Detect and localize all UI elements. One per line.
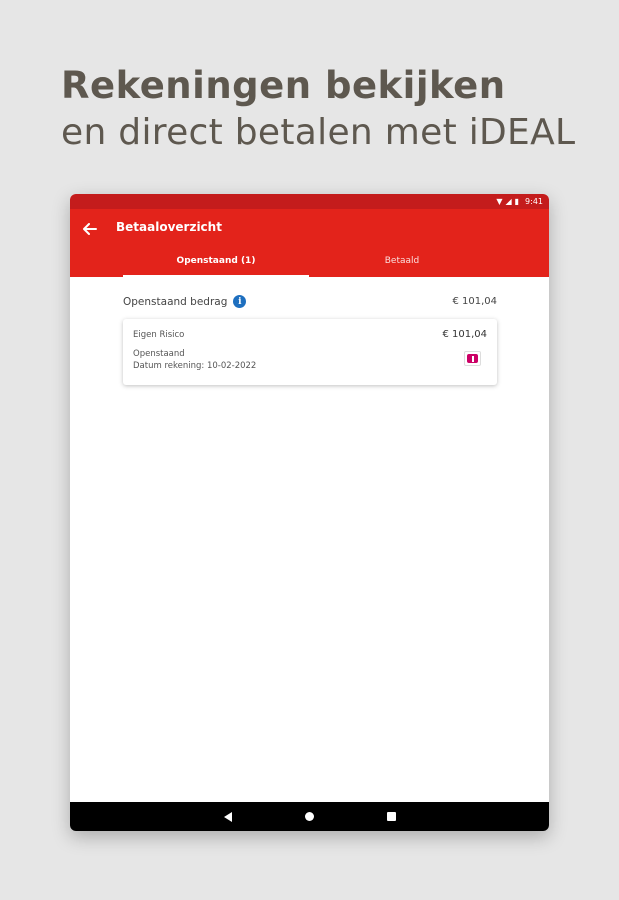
invoice-amount: € 101,04 <box>442 329 487 340</box>
invoice-status: Openstaand <box>133 349 185 359</box>
summary-label-group: Openstaand bedrag i <box>123 295 247 308</box>
battery-icon: ▮ <box>514 196 520 206</box>
summary-label: Openstaand bedrag <box>123 295 228 308</box>
tablet-frame: ▼ ◢ ▮ 9:41 Betaaloverzicht Openstaand (1… <box>70 194 549 831</box>
tab-bar: Openstaand (1) Betaald <box>123 253 549 277</box>
circle-home-icon <box>305 812 314 821</box>
triangle-back-icon <box>223 811 232 822</box>
app-bar: Betaaloverzicht Openstaand (1) Betaald <box>70 209 549 277</box>
wifi-icon: ▼ <box>496 196 503 206</box>
nav-recents-button[interactable] <box>384 809 400 825</box>
system-nav-bar <box>70 802 549 831</box>
outstanding-summary: Openstaand bedrag i € 101,04 <box>123 295 497 308</box>
invoice-card[interactable]: Eigen Risico € 101,04 Openstaand Datum r… <box>123 319 497 385</box>
status-bar: ▼ ◢ ▮ 9:41 <box>70 194 549 209</box>
info-icon[interactable]: i <box>233 295 247 308</box>
tab-openstaand[interactable]: Openstaand (1) <box>123 253 309 277</box>
invoice-date: Datum rekening: 10-02-2022 <box>133 361 257 371</box>
headline-line-2: en direct betalen met iDEAL <box>61 112 576 153</box>
summary-amount: € 101,04 <box>452 296 497 307</box>
tab-betaald[interactable]: Betaald <box>309 253 495 277</box>
signal-icon: ◢ <box>505 196 512 206</box>
status-time: 9:41 <box>525 197 543 206</box>
promo-headline: Rekeningen bekijken en direct betalen me… <box>61 62 575 156</box>
arrow-left-icon <box>83 223 97 235</box>
nav-back-button[interactable] <box>220 809 236 825</box>
page-title: Betaaloverzicht <box>116 220 222 234</box>
main-content: Openstaand bedrag i € 101,04 Eigen Risic… <box>70 277 549 815</box>
invoice-description: Eigen Risico <box>133 329 185 340</box>
square-recents-icon <box>387 812 396 821</box>
ideal-icon[interactable] <box>464 351 481 366</box>
back-button[interactable] <box>80 219 100 239</box>
invoice-header-row: Eigen Risico € 101,04 <box>133 329 487 340</box>
nav-home-button[interactable] <box>302 809 318 825</box>
headline-line-1: Rekeningen bekijken <box>61 64 506 107</box>
ideal-icon-mark <box>467 354 478 363</box>
